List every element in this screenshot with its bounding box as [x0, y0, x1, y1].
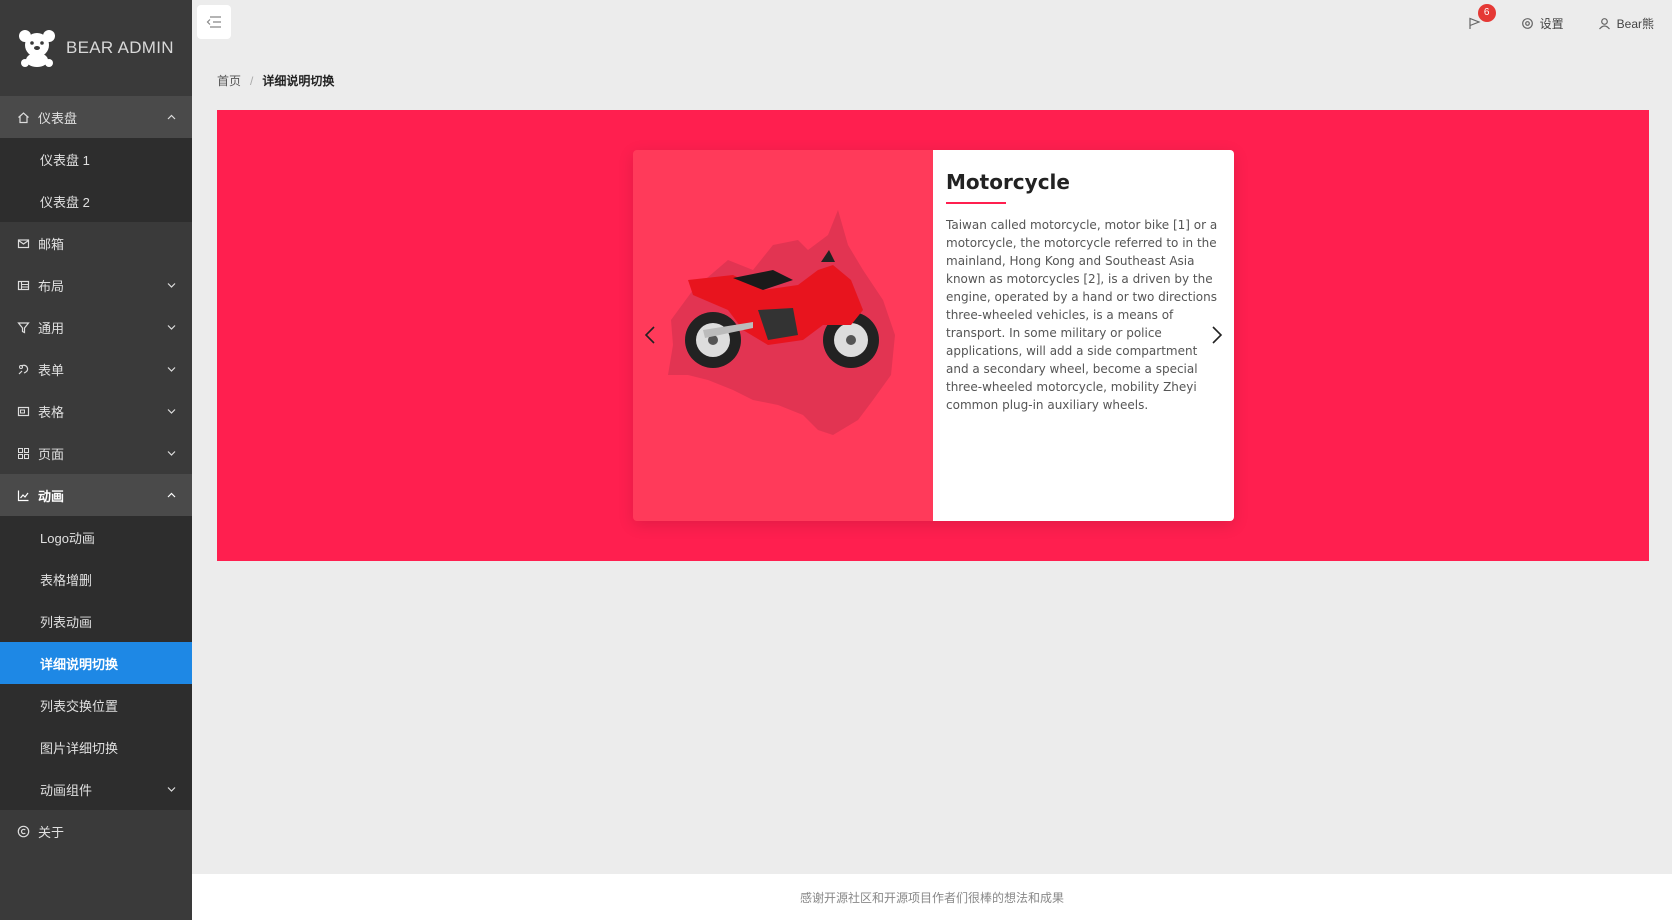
chart-icon — [16, 488, 30, 502]
animation-submenu: Logo动画 表格增删 列表动画 详细说明切换 列表交换位置 图片详细切换 动画… — [0, 516, 192, 810]
sidebar-item-table[interactable]: 表格 — [0, 390, 192, 432]
filter-icon — [16, 320, 30, 334]
notifications-badge: 6 — [1477, 3, 1496, 22]
sidebar-item-about[interactable]: 关于 — [0, 810, 192, 852]
chevron-down-icon — [166, 364, 176, 374]
flag-icon — [1468, 17, 1481, 30]
chevron-down-icon — [166, 406, 176, 416]
table-icon — [16, 404, 30, 418]
sidebar-item-list-animation[interactable]: 列表动画 — [0, 600, 192, 642]
chevron-down-icon — [166, 280, 176, 290]
menu-fold-icon — [206, 16, 221, 28]
sidebar: BEAR ADMIN 仪表盘 仪表盘 1 仪表盘 2 邮箱 布局 通用 表单 表… — [0, 0, 192, 920]
notifications-button[interactable]: 6 — [1468, 3, 1496, 30]
motorcycle-illustration — [668, 210, 895, 435]
card-body: Motorcycle Taiwan called motorcycle, mot… — [933, 150, 1234, 521]
sidebar-menu: 仪表盘 仪表盘 1 仪表盘 2 邮箱 布局 通用 表单 表格 页面 动画 Log… — [0, 96, 192, 852]
footer: 感谢开源社区和开源项目作者们很棒的想法和成果 — [192, 874, 1672, 920]
card-title: Motorcycle — [946, 170, 1070, 194]
sidebar-item-detail-switch[interactable]: 详细说明切换 — [0, 642, 192, 684]
sidebar-item-general[interactable]: 通用 — [0, 306, 192, 348]
sidebar-item-image-detail-switch[interactable]: 图片详细切换 — [0, 726, 192, 768]
sidebar-item-pages[interactable]: 页面 — [0, 432, 192, 474]
sidebar-item-dashboard-1[interactable]: 仪表盘 1 — [0, 138, 192, 180]
footer-text: 感谢开源社区和开源项目作者们很棒的想法和成果 — [799, 890, 1064, 905]
breadcrumb-home[interactable]: 首页 — [217, 72, 241, 89]
card-media — [633, 150, 933, 521]
chevron-down-icon — [166, 322, 176, 332]
topbar-actions: 6 设置 Bear熊 — [1434, 0, 1654, 46]
sidebar-toggle-button[interactable] — [197, 5, 231, 39]
sidebar-item-animation-components[interactable]: 动画组件 — [0, 768, 192, 810]
chevron-right-icon — [1212, 326, 1223, 344]
brand[interactable]: BEAR ADMIN — [0, 0, 192, 96]
mail-icon — [16, 236, 30, 250]
home-icon — [16, 110, 30, 124]
sidebar-item-logo-animation[interactable]: Logo动画 — [0, 516, 192, 558]
chevron-up-icon — [166, 490, 176, 500]
settings-label: 设置 — [1539, 16, 1564, 31]
breadcrumb: 首页 / 详细说明切换 — [217, 72, 334, 89]
sidebar-item-dashboard-2[interactable]: 仪表盘 2 — [0, 180, 192, 222]
title-underline — [946, 202, 1006, 204]
chevron-down-icon — [166, 448, 176, 458]
brand-name: BEAR ADMIN — [66, 38, 174, 57]
grid-icon — [16, 446, 30, 460]
topbar: 6 设置 Bear熊 — [192, 0, 1672, 46]
chevron-left-icon — [644, 326, 655, 344]
detail-switch-stage: Motorcycle Taiwan called motorcycle, mot… — [217, 110, 1649, 561]
detail-card: Motorcycle Taiwan called motorcycle, mot… — [633, 150, 1234, 521]
sidebar-item-dashboard[interactable]: 仪表盘 — [0, 96, 192, 138]
next-arrow-button[interactable] — [1206, 320, 1228, 350]
user-menu[interactable]: Bear熊 — [1598, 15, 1654, 32]
dashboard-submenu: 仪表盘 1 仪表盘 2 — [0, 138, 192, 222]
card-description: Taiwan called motorcycle, motor bike [1]… — [946, 218, 1218, 412]
settings-button[interactable]: 设置 — [1521, 15, 1564, 32]
chevron-up-icon — [166, 112, 176, 122]
gear-icon — [1521, 17, 1534, 30]
sidebar-item-mail[interactable]: 邮箱 — [0, 222, 192, 264]
user-label: Bear熊 — [1616, 16, 1654, 31]
sidebar-item-list-swap[interactable]: 列表交换位置 — [0, 684, 192, 726]
bear-logo-icon — [19, 30, 55, 67]
prev-arrow-button[interactable] — [639, 320, 661, 350]
form-icon — [16, 362, 30, 376]
breadcrumb-current: 详细说明切换 — [262, 74, 335, 88]
user-icon — [1598, 17, 1611, 30]
copyright-icon — [16, 824, 30, 838]
sidebar-item-table-add-remove[interactable]: 表格增删 — [0, 558, 192, 600]
chevron-down-icon — [166, 784, 176, 794]
sidebar-item-animation[interactable]: 动画 — [0, 474, 192, 516]
layout-icon — [16, 278, 30, 292]
breadcrumb-separator: / — [250, 73, 254, 88]
sidebar-item-form[interactable]: 表单 — [0, 348, 192, 390]
sidebar-item-layout[interactable]: 布局 — [0, 264, 192, 306]
